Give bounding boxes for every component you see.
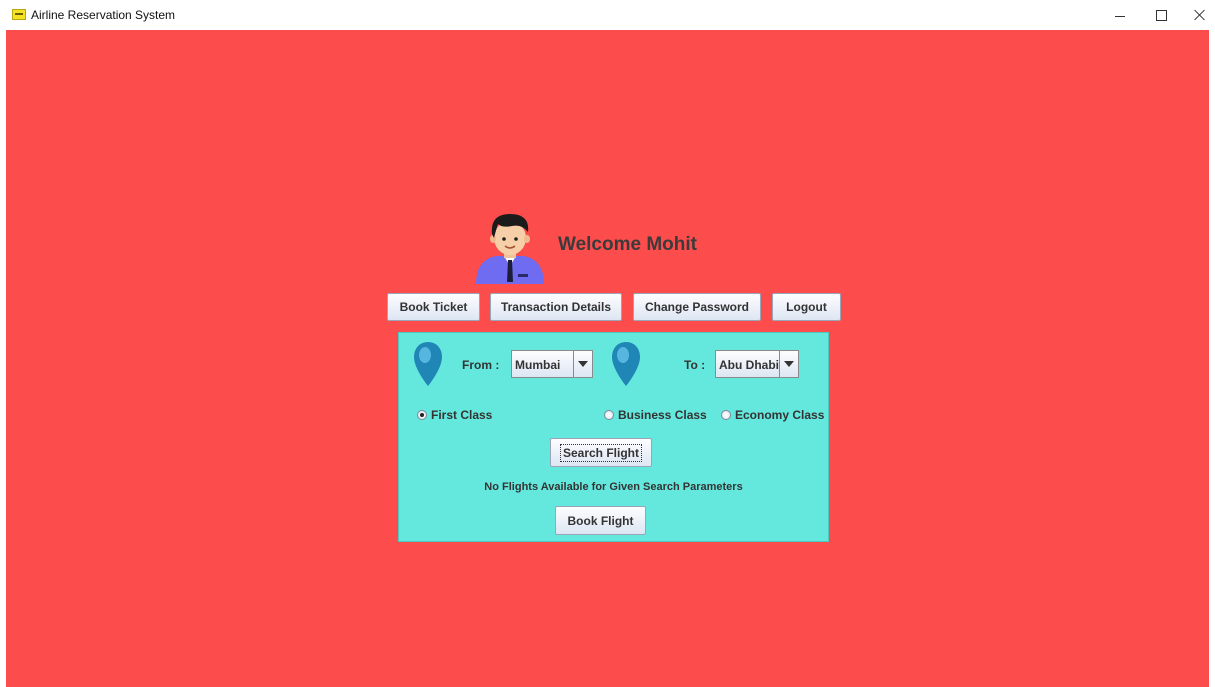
logout-button[interactable]: Logout — [772, 293, 841, 321]
minimize-button[interactable] — [1106, 4, 1134, 26]
business-class-label: Business Class — [618, 408, 707, 422]
economy-class-label: Economy Class — [735, 408, 825, 422]
search-flight-label: Search Flight — [559, 443, 642, 462]
radio-selected-icon — [417, 410, 427, 420]
search-status-message: No Flights Available for Given Search Pa… — [484, 481, 743, 493]
from-dropdown-arrow[interactable] — [573, 351, 592, 377]
to-label: To : — [684, 358, 706, 372]
to-dropdown-value: Abu Dhabi — [719, 358, 779, 372]
book-ticket-button[interactable]: Book Ticket — [387, 293, 480, 321]
minimize-icon — [1115, 15, 1125, 17]
to-dropdown[interactable]: Abu Dhabi — [715, 350, 799, 378]
user-avatar-icon — [476, 214, 544, 284]
first-class-label: First Class — [431, 408, 493, 422]
main-content: Welcome Mohit Book Ticket Transaction De… — [6, 30, 1209, 687]
from-label: From : — [462, 358, 500, 372]
welcome-message: Welcome Mohit — [558, 234, 697, 255]
location-pin-icon — [414, 342, 442, 386]
search-flight-button[interactable]: Search Flight — [550, 438, 652, 467]
transaction-details-button[interactable]: Transaction Details — [490, 293, 622, 321]
chevron-down-icon — [784, 361, 794, 367]
flight-search-panel: From : Mumbai To : Abu Dhabi First Class… — [398, 332, 829, 542]
economy-class-radio[interactable]: Economy Class — [721, 407, 824, 423]
maximize-icon — [1155, 9, 1167, 21]
first-class-radio[interactable]: First Class — [417, 407, 492, 423]
title-bar: Airline Reservation System — [0, 0, 1215, 30]
close-button[interactable] — [1186, 4, 1214, 26]
maximize-button[interactable] — [1147, 4, 1175, 26]
window-title: Airline Reservation System — [31, 8, 176, 22]
from-dropdown-value: Mumbai — [515, 358, 561, 372]
radio-unselected-icon — [721, 410, 731, 420]
to-dropdown-arrow[interactable] — [779, 351, 798, 377]
location-pin-icon — [612, 342, 640, 386]
radio-unselected-icon — [604, 410, 614, 420]
from-dropdown[interactable]: Mumbai — [511, 350, 593, 378]
business-class-radio[interactable]: Business Class — [604, 407, 707, 423]
book-flight-button[interactable]: Book Flight — [555, 506, 646, 535]
close-icon — [1194, 9, 1206, 21]
app-icon — [12, 9, 26, 20]
chevron-down-icon — [578, 361, 588, 367]
change-password-button[interactable]: Change Password — [633, 293, 761, 321]
